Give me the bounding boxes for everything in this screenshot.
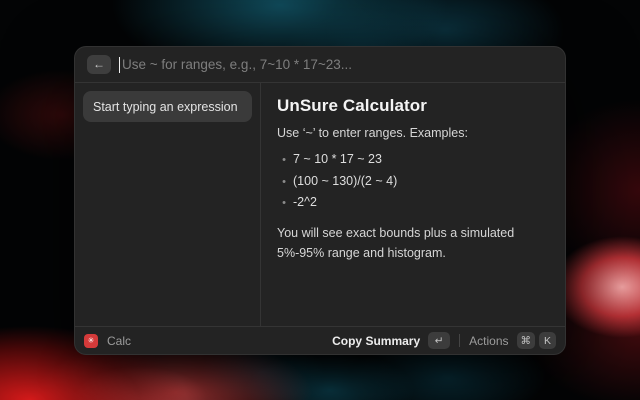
search-bar: ← [75, 47, 565, 83]
detail-panel: UnSure Calculator Use ‘~’ to enter range… [260, 83, 565, 326]
copy-summary-button[interactable]: Copy Summary [332, 334, 420, 348]
cmd-key-badge[interactable]: ⌘ [517, 332, 536, 349]
example-expression: -2^2 [293, 192, 317, 213]
page-title: UnSure Calculator [277, 96, 549, 116]
content-area: Start typing an expression UnSure Calcul… [75, 83, 565, 326]
text-caret [119, 57, 120, 73]
return-key-badge[interactable]: ↵ [428, 332, 450, 349]
asterisk-icon: ✳ [88, 334, 95, 348]
results-list: Start typing an expression [75, 83, 260, 326]
back-button[interactable]: ← [87, 55, 111, 74]
bullet-icon: • [277, 172, 291, 193]
example-expression: 7 ~ 10 * 17 ~ 23 [293, 149, 382, 170]
app-name: Calc [107, 334, 131, 348]
bullet-icon: • [277, 193, 291, 214]
example-item: • 7 ~ 10 * 17 ~ 23 [277, 149, 549, 171]
detail-intro: Use ‘~’ to enter ranges. Examples: [277, 126, 549, 140]
footer-divider [459, 334, 460, 347]
footer-actions: Copy Summary ↵ Actions ⌘ K [332, 332, 556, 349]
list-item-start-typing[interactable]: Start typing an expression [83, 91, 252, 122]
search-input[interactable] [122, 57, 553, 72]
launcher-window: ← Start typing an expression UnSure Calc… [74, 46, 566, 355]
back-arrow-icon: ← [93, 55, 105, 74]
detail-note: You will see exact bounds plus a simulat… [277, 223, 549, 263]
example-item: • (100 ~ 130)/(2 ~ 4) [277, 171, 549, 193]
calc-app-icon: ✳ [84, 334, 98, 348]
example-expression: (100 ~ 130)/(2 ~ 4) [293, 171, 397, 192]
examples-list: • 7 ~ 10 * 17 ~ 23 • (100 ~ 130)/(2 ~ 4)… [277, 149, 549, 214]
bullet-icon: • [277, 150, 291, 171]
example-item: • -2^2 [277, 192, 549, 214]
list-item-label: Start typing an expression [93, 100, 238, 114]
status-bar: ✳ Calc Copy Summary ↵ Actions ⌘ K [75, 326, 565, 354]
actions-menu-button[interactable]: Actions [469, 334, 508, 348]
k-key-badge[interactable]: K [539, 332, 556, 349]
